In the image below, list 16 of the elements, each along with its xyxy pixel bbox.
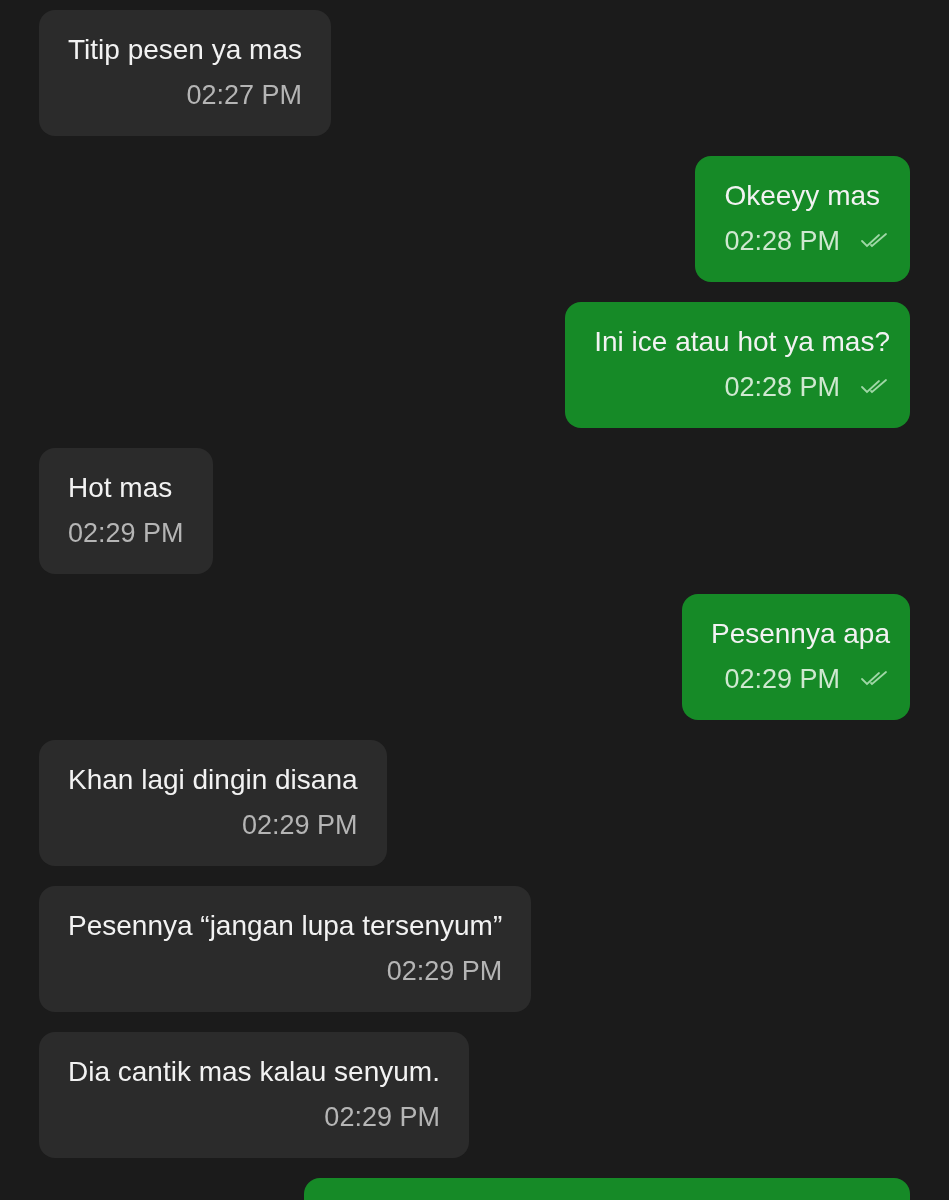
message-text: Hot mas	[68, 471, 174, 505]
message-time: 02:28 PM	[724, 371, 840, 403]
message-text: Titip pesen ya mas	[68, 33, 302, 67]
message-time: 02:27 PM	[186, 79, 302, 111]
message-text: Pesennya apa	[710, 617, 890, 651]
message-text: Khan lagi dingin disana	[68, 763, 358, 797]
message-time: 02:29 PM	[324, 1101, 440, 1133]
message-text: Pesennya “jangan lupa tersenyum”	[68, 909, 503, 943]
message-text: Ini ice atau hot ya mas?	[594, 325, 890, 359]
message-time: 02:29 PM	[68, 517, 184, 549]
message-time: 02:29 PM	[724, 663, 840, 695]
message-text: Dia cantik mas kalau senyum.	[68, 1055, 440, 1089]
message-text: Okeeyy mas	[724, 179, 882, 213]
message-time: 02:28 PM	[724, 225, 840, 257]
message-time: 02:29 PM	[242, 809, 358, 841]
message-time: 02:29 PM	[386, 955, 503, 987]
